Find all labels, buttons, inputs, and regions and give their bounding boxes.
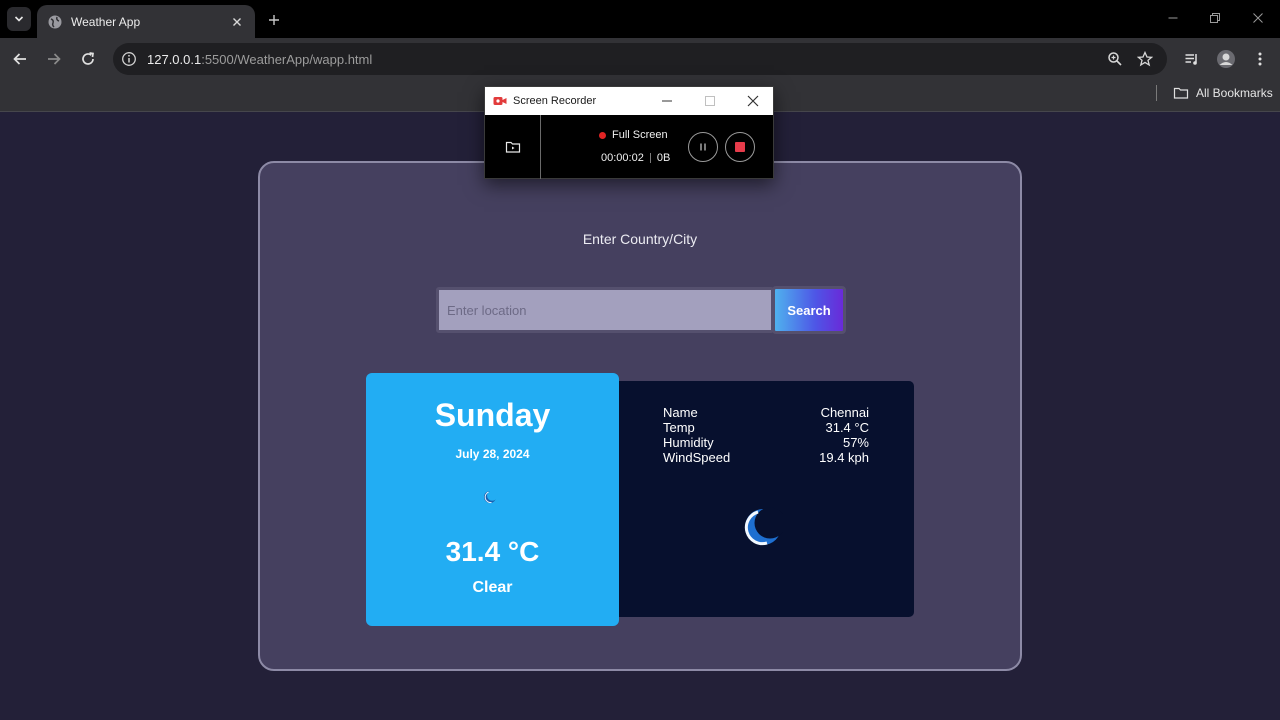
info-icon[interactable] — [121, 51, 137, 67]
tab-weather-app[interactable]: Weather App — [37, 5, 255, 38]
maximize-icon[interactable] — [703, 94, 717, 108]
close-tab-button[interactable] — [229, 14, 245, 30]
stats-separator — [649, 153, 651, 163]
screen-recorder-window: Screen Recorder Full Screen 00:00:02 0B — [484, 86, 774, 179]
minimize-window-button[interactable] — [1165, 10, 1181, 26]
pause-button[interactable] — [688, 132, 718, 162]
temperature-large: 31.4 °C — [445, 536, 540, 567]
zoom-icon[interactable] — [1107, 51, 1123, 67]
profile-button[interactable] — [1214, 47, 1238, 71]
details-row: WindSpeed 19.4 kph — [663, 450, 869, 465]
day-card: Sunday July 28, 2024 31.4 °C Clear — [366, 373, 619, 626]
day-name: Sunday — [434, 397, 551, 433]
details-row: Temp 31.4 °C — [663, 420, 869, 435]
reload-icon — [82, 52, 94, 65]
folder-icon[interactable] — [505, 139, 521, 155]
recording-size: 0B — [656, 152, 671, 164]
avatar-icon — [1217, 50, 1235, 68]
recording-mode-label: Full Screen — [612, 129, 668, 141]
detail-label: WindSpeed — [663, 450, 731, 465]
folder-icon — [1173, 87, 1189, 99]
search-button[interactable]: Search — [772, 286, 846, 334]
url-host: 127.0.0.1 — [147, 51, 202, 67]
globe-icon — [48, 15, 62, 28]
tab-strip: Weather App — [0, 0, 1280, 38]
more-vertical-icon — [1258, 52, 1262, 66]
moon-icon — [484, 490, 498, 504]
stop-icon — [735, 142, 745, 152]
details-row: Humidity 57% — [663, 435, 869, 450]
details-card: Name Chennai Temp 31.4 °C Humidity 57% W… — [619, 381, 914, 617]
details-row: Name Chennai — [663, 405, 869, 420]
reload-button[interactable] — [76, 47, 100, 71]
new-tab-button[interactable] — [264, 10, 284, 30]
minimize-icon[interactable] — [660, 94, 674, 108]
media-controls-button[interactable] — [1180, 47, 1204, 71]
weather-app-container: Enter Country/City Search Sunday July 28… — [258, 161, 1022, 671]
tab-search-button[interactable] — [7, 7, 31, 31]
chevron-down-icon — [14, 16, 24, 22]
detail-label: Temp — [663, 420, 695, 435]
close-window-button[interactable] — [1250, 10, 1266, 26]
recorder-title: Screen Recorder — [513, 95, 597, 107]
recording-elapsed: 00:00:02 — [601, 152, 644, 164]
plus-icon — [269, 15, 279, 25]
details-table: Name Chennai Temp 31.4 °C Humidity 57% W… — [663, 405, 869, 465]
date-label: July 28, 2024 — [455, 447, 530, 461]
recording-stats: 00:00:02 0B — [601, 152, 670, 164]
all-bookmarks-label: All Bookmarks — [1196, 86, 1273, 100]
forward-button[interactable] — [42, 47, 66, 71]
arrow-right-icon — [48, 53, 61, 65]
stop-button[interactable] — [725, 132, 755, 162]
playlist-icon — [1185, 54, 1197, 65]
menu-button[interactable] — [1248, 47, 1272, 71]
moon-icon — [744, 507, 783, 546]
recording-indicator — [599, 131, 606, 139]
recording-mode: Full Screen — [599, 129, 668, 141]
tab-title: Weather App — [71, 14, 141, 29]
star-icon[interactable] — [1137, 51, 1153, 67]
location-input[interactable] — [436, 287, 774, 333]
page-viewport: Enter Country/City Search Sunday July 28… — [0, 113, 1280, 720]
back-button[interactable] — [8, 47, 32, 71]
detail-value: 31.4 °C — [825, 420, 869, 435]
close-icon — [1253, 13, 1263, 23]
close-icon — [233, 17, 241, 26]
all-bookmarks-button[interactable]: All Bookmarks — [1173, 85, 1273, 101]
detail-value: Chennai — [820, 405, 869, 420]
detail-value: 19.4 kph — [819, 450, 869, 465]
recorder-divider — [540, 115, 541, 179]
browser-toolbar: 127.0.0.1:5500/WeatherApp/wapp.html — [0, 38, 1280, 80]
restore-icon — [1210, 13, 1220, 23]
address-bar[interactable]: 127.0.0.1:5500/WeatherApp/wapp.html — [113, 43, 1167, 75]
detail-label: Name — [663, 405, 698, 420]
video-camera-icon — [493, 97, 507, 105]
restore-window-button[interactable] — [1207, 10, 1223, 26]
arrow-left-icon — [13, 53, 26, 65]
recorder-titlebar: Screen Recorder — [485, 87, 773, 115]
minimize-icon — [1168, 17, 1178, 19]
pause-icon — [700, 143, 706, 151]
url-path: :5500/WeatherApp/wapp.html — [201, 51, 373, 67]
weather-condition: Clear — [472, 579, 513, 596]
detail-value: 57% — [842, 435, 869, 450]
bookmarks-divider — [1156, 85, 1157, 101]
page-title: Enter Country/City — [582, 231, 698, 247]
detail-label: Humidity — [663, 435, 714, 450]
close-icon[interactable] — [746, 94, 760, 108]
